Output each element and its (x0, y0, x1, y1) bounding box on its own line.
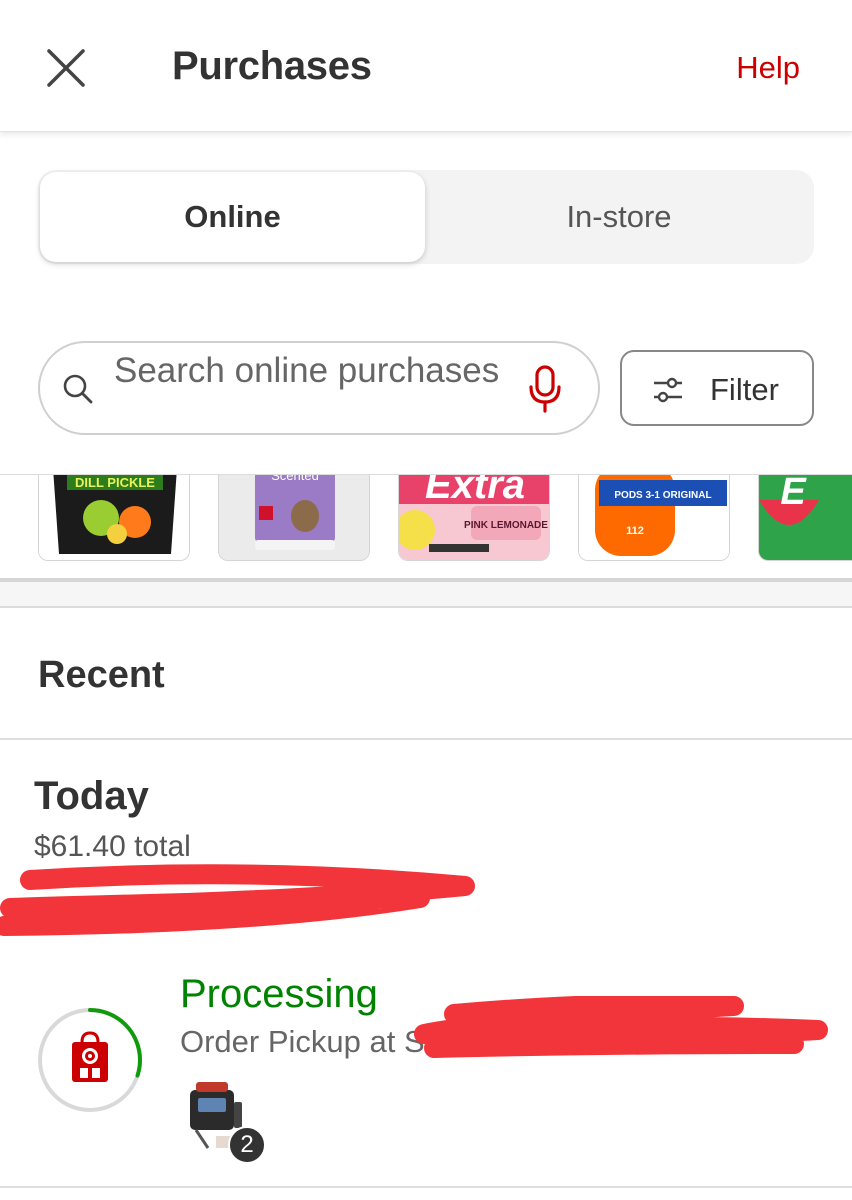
redaction-mark-store-name (414, 996, 828, 1058)
sliders-icon (654, 377, 682, 403)
product-thumbnail-extra-gum[interactable]: Extra PINK LEMONADE (398, 474, 550, 561)
tab-online[interactable]: Online (40, 172, 425, 262)
tide-label-text: PODS 3-1 ORIGINAL (614, 490, 711, 501)
pickup-location: Order Pickup at S (180, 1024, 425, 1059)
chips-brand-text: DILL PICKLE (75, 475, 155, 490)
product-thumbnail-dill-pickle[interactable]: DILL PICKLE (38, 475, 190, 561)
close-icon (47, 49, 85, 87)
chips-bag-image: DILL PICKLE (39, 475, 189, 560)
order-status: Processing (180, 972, 378, 1016)
search-bar (38, 341, 600, 435)
gum-flavor-text: PINK LEMONADE (464, 520, 548, 531)
header-bar: Purchases Help (0, 0, 852, 132)
gum-pack-image: Extra PINK LEMONADE (399, 474, 549, 560)
purchase-type-tabs: Online In-store (38, 170, 814, 264)
gum2-brand-text: E (780, 474, 807, 513)
close-button[interactable] (44, 46, 88, 90)
microphone-icon[interactable] (528, 365, 562, 413)
filter-label: Filter (710, 372, 779, 407)
product-carousel[interactable]: DILL PICKLE Scented Extra PINK LEMONADE (0, 474, 852, 582)
recent-heading: Recent (38, 654, 165, 696)
item-count-badge: 2 (228, 1126, 266, 1164)
tide-count-text: 112 (626, 525, 644, 537)
gum-watermelon-image: E (759, 474, 852, 560)
order-progress-ring (38, 1008, 142, 1112)
search-icon (63, 374, 93, 404)
product-thumbnail-cat-litter[interactable]: Scented (218, 474, 370, 561)
filter-button[interactable]: Filter (620, 350, 814, 426)
search-input[interactable] (114, 345, 504, 433)
product-thumbnail-extra-watermelon[interactable]: E (758, 474, 852, 561)
tab-in-store[interactable]: In-store (426, 172, 812, 262)
order-total: $61.40 total (34, 830, 191, 863)
section-separator (0, 582, 852, 608)
divider (0, 738, 852, 740)
litter-box-image: Scented (219, 474, 369, 560)
detergent-tub-image: PODS 3-1 ORIGINAL 112 (579, 475, 729, 560)
divider (0, 1186, 852, 1188)
help-link[interactable]: Help (736, 50, 800, 86)
redaction-mark-order-number (0, 864, 475, 936)
page-title: Purchases (172, 44, 372, 88)
product-thumbnail-tide-pods[interactable]: PODS 3-1 ORIGINAL 112 (578, 475, 730, 561)
litter-brand-text: Scented (271, 474, 319, 483)
gum-brand-text: Extra (425, 474, 525, 507)
order-date[interactable]: Today (34, 774, 149, 819)
